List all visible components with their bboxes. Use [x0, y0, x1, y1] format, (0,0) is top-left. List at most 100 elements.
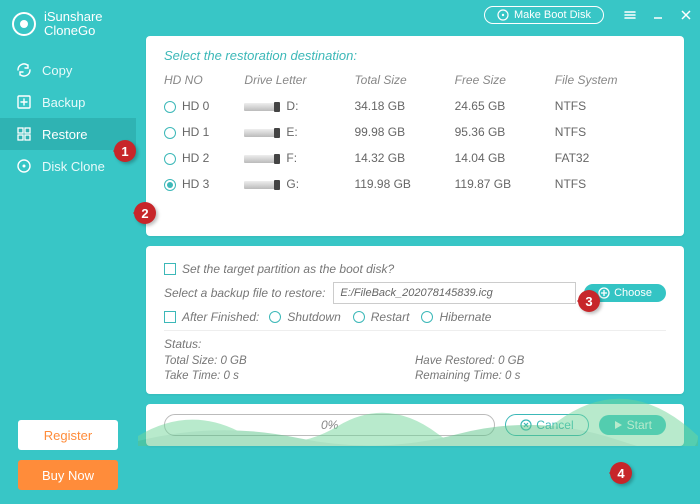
- main-area: Make Boot Disk Select the restoration de…: [136, 0, 700, 504]
- play-icon: [613, 420, 623, 430]
- total-size: 99.98 GB: [354, 119, 454, 145]
- disc-icon: [497, 9, 509, 21]
- file-system: NTFS: [555, 93, 666, 119]
- nav-label: Copy: [42, 63, 72, 78]
- col-total: Total Size: [354, 73, 454, 93]
- make-boot-disk-button[interactable]: Make Boot Disk: [484, 6, 604, 24]
- cancel-button[interactable]: Cancel: [505, 414, 588, 436]
- free-size: 95.36 GB: [455, 119, 555, 145]
- refresh-icon: [16, 62, 32, 78]
- sidebar-item-copy[interactable]: Copy: [0, 54, 136, 86]
- drive-icon: [244, 103, 278, 111]
- drive-letter: F:: [286, 151, 297, 165]
- drive-icon: [244, 129, 278, 137]
- drive-icon: [244, 155, 278, 163]
- file-system: FAT32: [555, 145, 666, 171]
- total-size: 34.18 GB: [354, 93, 454, 119]
- register-button[interactable]: Register: [18, 420, 118, 450]
- logo-icon: [12, 12, 36, 36]
- make-boot-label: Make Boot Disk: [514, 9, 591, 21]
- total-size: 119.98 GB: [354, 171, 454, 197]
- menu-button[interactable]: [616, 1, 644, 29]
- plus-circle-icon: [598, 287, 610, 299]
- col-hdno: HD NO: [164, 73, 244, 93]
- free-size: 119.87 GB: [455, 171, 555, 197]
- sidebar-item-backup[interactable]: Backup: [0, 86, 136, 118]
- opt-shutdown-radio[interactable]: [269, 311, 281, 323]
- sidebar-item-restore[interactable]: Restore: [0, 118, 136, 150]
- status-remaining: Remaining Time: 0 s: [415, 370, 666, 382]
- boot-checkbox[interactable]: [164, 263, 176, 275]
- free-size: 24.65 GB: [455, 93, 555, 119]
- buynow-button[interactable]: Buy Now: [18, 460, 118, 490]
- table-row[interactable]: HD 0 D: 34.18 GB24.65 GBNTFS: [164, 93, 666, 119]
- table-row[interactable]: HD 3 G: 119.98 GB119.87 GBNTFS: [164, 171, 666, 197]
- file-system: NTFS: [555, 171, 666, 197]
- start-label: Start: [627, 418, 652, 432]
- action-panel: 0% Cancel Start: [146, 404, 684, 446]
- app-name-2: CloneGo: [44, 24, 103, 38]
- after-checkbox[interactable]: [164, 311, 176, 323]
- opt-hibernate-label: Hibernate: [439, 310, 491, 324]
- nav: Copy Backup Restore Disk Clone: [0, 54, 136, 182]
- col-drive: Drive Letter: [244, 73, 354, 93]
- close-button[interactable]: [672, 1, 700, 29]
- drive-icon: [244, 181, 278, 189]
- destination-title: Select the restoration destination:: [164, 48, 666, 63]
- choose-label: Choose: [614, 287, 652, 299]
- col-fs: File System: [555, 73, 666, 93]
- drive-letter: E:: [286, 125, 297, 139]
- table-row[interactable]: HD 1 E: 99.98 GB95.36 GBNTFS: [164, 119, 666, 145]
- opt-hibernate-radio[interactable]: [421, 311, 433, 323]
- sidebar: iSunshare CloneGo Copy Backup Restore Di…: [0, 0, 136, 504]
- after-label: After Finished:: [182, 310, 259, 324]
- disk-id: HD 1: [182, 125, 209, 139]
- disk-radio[interactable]: [164, 179, 176, 191]
- restore-icon: [16, 126, 32, 142]
- boot-label: Set the target partition as the boot dis…: [182, 262, 394, 276]
- progress-value: 0%: [321, 418, 338, 432]
- opt-restart-radio[interactable]: [353, 311, 365, 323]
- col-free: Free Size: [455, 73, 555, 93]
- opt-restart-label: Restart: [371, 310, 410, 324]
- backup-icon: [16, 94, 32, 110]
- options-panel: Set the target partition as the boot dis…: [146, 246, 684, 394]
- disk-id: HD 2: [182, 151, 209, 165]
- minimize-button[interactable]: [644, 1, 672, 29]
- status-header: Status:: [164, 337, 666, 351]
- app-logo: iSunshare CloneGo: [0, 0, 136, 48]
- nav-label: Restore: [42, 127, 88, 142]
- choose-button[interactable]: Choose: [584, 284, 666, 302]
- destination-panel: Select the restoration destination: HD N…: [146, 36, 684, 236]
- window-controls: Make Boot Disk: [484, 0, 700, 30]
- nav-label: Backup: [42, 95, 85, 110]
- menu-icon: [623, 8, 637, 22]
- disk-radio[interactable]: [164, 153, 176, 165]
- disk-id: HD 0: [182, 99, 209, 113]
- opt-shutdown-label: Shutdown: [287, 310, 340, 324]
- free-size: 14.04 GB: [455, 145, 555, 171]
- cancel-icon: [520, 419, 532, 431]
- disk-table: HD NO Drive Letter Total Size Free Size …: [164, 73, 666, 197]
- table-row[interactable]: HD 2 F: 14.32 GB14.04 GBFAT32: [164, 145, 666, 171]
- status-restored: Have Restored: 0 GB: [415, 355, 666, 367]
- nav-label: Disk Clone: [42, 159, 105, 174]
- sidebar-item-diskclone[interactable]: Disk Clone: [0, 150, 136, 182]
- backup-path-input[interactable]: [333, 282, 576, 304]
- minimize-icon: [651, 8, 665, 22]
- status-totalsize: Total Size: 0 GB: [164, 355, 415, 367]
- close-icon: [679, 8, 693, 22]
- total-size: 14.32 GB: [354, 145, 454, 171]
- disk-id: HD 3: [182, 177, 209, 191]
- drive-letter: D:: [286, 99, 298, 113]
- start-button[interactable]: Start: [599, 415, 666, 435]
- drive-letter: G:: [286, 177, 299, 191]
- status-taketime: Take Time: 0 s: [164, 370, 415, 382]
- select-backup-label: Select a backup file to restore:: [164, 286, 325, 300]
- disk-radio[interactable]: [164, 127, 176, 139]
- app-name-1: iSunshare: [44, 10, 103, 24]
- disk-radio[interactable]: [164, 101, 176, 113]
- file-system: NTFS: [555, 119, 666, 145]
- diskclone-icon: [16, 158, 32, 174]
- cancel-label: Cancel: [536, 418, 573, 432]
